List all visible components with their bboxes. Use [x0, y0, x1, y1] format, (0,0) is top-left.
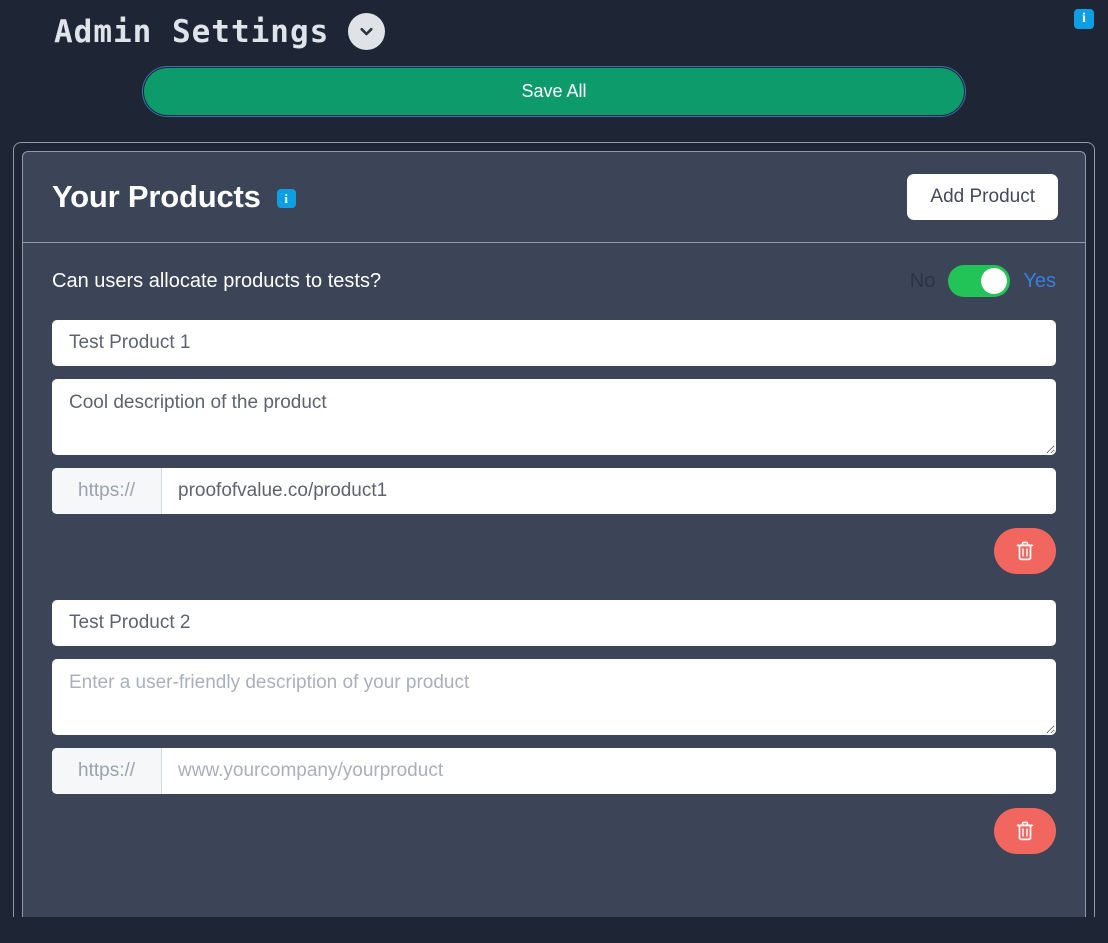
chevron-down-icon[interactable]: [348, 13, 385, 50]
toggle-label-no: No: [910, 271, 936, 291]
toggle-knob: [981, 268, 1007, 294]
delete-product-button[interactable]: [994, 528, 1056, 574]
product-separator: [52, 584, 1056, 600]
card-title: Your Products: [52, 181, 261, 212]
toggle-label-yes: Yes: [1023, 271, 1056, 291]
delete-row: [52, 528, 1056, 574]
add-product-button[interactable]: Add Product: [907, 174, 1058, 220]
product-url-group: https://: [52, 748, 1056, 794]
product-block: https://: [52, 320, 1056, 574]
page-title: Admin Settings: [54, 17, 329, 48]
admin-settings-page: Admin Settings i Save All Your Products …: [0, 0, 1108, 943]
url-prefix-label: https://: [52, 468, 162, 514]
product-name-input[interactable]: [52, 600, 1056, 646]
allocate-products-row: Can users allocate products to tests? No…: [52, 265, 1056, 297]
allocate-products-toggle-group: No Yes: [910, 265, 1056, 297]
url-prefix-label: https://: [52, 748, 162, 794]
info-icon[interactable]: i: [1074, 9, 1094, 29]
delete-product-button[interactable]: [994, 808, 1056, 854]
product-description-textarea[interactable]: [52, 659, 1056, 735]
product-url-group: https://: [52, 468, 1056, 514]
allocate-products-label: Can users allocate products to tests?: [52, 271, 381, 291]
product-name-input[interactable]: [52, 320, 1056, 366]
card-title-group: Your Products i: [52, 181, 296, 212]
product-block: https://: [52, 600, 1056, 854]
save-all-button[interactable]: Save All: [144, 68, 964, 115]
save-all-container: Save All: [0, 62, 1108, 115]
delete-row: [52, 808, 1056, 854]
card-header: Your Products i Add Product: [23, 152, 1085, 243]
product-url-input[interactable]: [162, 748, 1056, 794]
your-products-card: Your Products i Add Product Can users al…: [22, 151, 1086, 917]
top-bar: Admin Settings i: [0, 0, 1108, 62]
info-icon[interactable]: i: [277, 189, 296, 208]
settings-panel: Your Products i Add Product Can users al…: [13, 142, 1095, 917]
card-body: Can users allocate products to tests? No…: [23, 243, 1085, 854]
allocate-products-toggle[interactable]: [948, 265, 1010, 297]
product-url-input[interactable]: [162, 468, 1056, 514]
product-description-textarea[interactable]: [52, 379, 1056, 455]
